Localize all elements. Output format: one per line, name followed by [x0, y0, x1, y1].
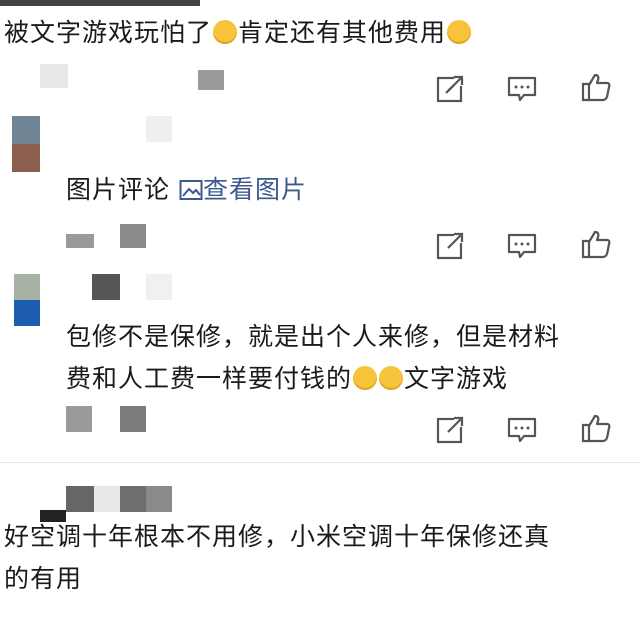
redacted-username [146, 274, 172, 300]
redacted-meta [66, 406, 92, 432]
comment-icon [507, 417, 537, 443]
redacted-username [120, 486, 146, 512]
comment-3-line-2-a: 费和人工费一样要付钱的 [66, 364, 353, 393]
comment-button[interactable] [506, 414, 538, 446]
section-divider [0, 462, 640, 463]
redacted-text-fragment [0, 0, 200, 6]
redacted-username [94, 486, 120, 512]
comment-3-line-2-b: 文字游戏 [404, 364, 509, 393]
smile-emoji-icon [379, 366, 404, 390]
redacted-username [92, 274, 120, 300]
comment-4-line-2: 的有用 [4, 564, 83, 593]
share-button[interactable] [434, 73, 466, 105]
like-button[interactable] [580, 71, 612, 103]
comment-4-line-1: 好空调十年根本不用修，小米空调十年保修还真 [4, 522, 551, 551]
view-image-link[interactable]: 查看图片 [179, 175, 307, 204]
image-icon [179, 180, 203, 200]
comment-button[interactable] [506, 230, 538, 262]
avatar-lower [14, 300, 40, 326]
redacted-meta [198, 70, 224, 90]
thumbs-up-icon [581, 230, 611, 259]
share-button[interactable] [434, 230, 466, 262]
smile-emoji-icon [447, 20, 472, 44]
redacted-meta [120, 224, 146, 248]
comment-3-line-1: 包修不是保修，就是出个人来修，但是材料 [66, 322, 561, 351]
thumbs-up-icon [581, 414, 611, 443]
comment-1-part-a: 被文字游戏玩怕了 [4, 18, 213, 47]
comment-1-text: 被文字游戏玩怕了 肯定还有其他费用 [4, 12, 472, 54]
share-icon [436, 232, 464, 260]
redacted-username [40, 64, 68, 88]
comment-icon [507, 76, 537, 102]
share-icon [436, 75, 464, 103]
comment-3-line-2: 费和人工费一样要付钱的 文字游戏 [66, 358, 508, 400]
comment-1-part-b: 肯定还有其他费用 [238, 18, 447, 47]
avatar-lower [12, 144, 40, 172]
redacted-username [146, 486, 172, 512]
redacted-meta [66, 234, 94, 248]
like-button[interactable] [580, 228, 612, 260]
comment-button[interactable] [506, 73, 538, 105]
smile-emoji-icon [353, 366, 378, 390]
share-icon [436, 416, 464, 444]
redacted-meta [120, 406, 146, 432]
comment-icon [507, 233, 537, 259]
avatar [12, 116, 40, 144]
thumbs-up-icon [581, 73, 611, 102]
cry-laugh-emoji-icon [213, 20, 238, 44]
avatar [14, 274, 40, 300]
image-comment-label: 图片评论 [66, 175, 171, 204]
redacted-username [66, 486, 94, 512]
redacted-username [146, 116, 172, 142]
like-button[interactable] [580, 412, 612, 444]
comment-2-text: 图片评论 查看图片 [66, 169, 307, 211]
view-image-label: 查看图片 [202, 175, 307, 204]
share-button[interactable] [434, 414, 466, 446]
